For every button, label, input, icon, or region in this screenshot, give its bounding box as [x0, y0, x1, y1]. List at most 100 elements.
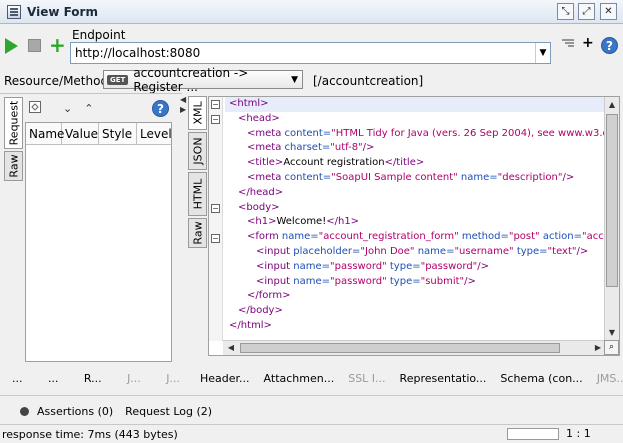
resource-path: [/accountcreation]	[313, 74, 424, 88]
code-token: name=	[293, 275, 331, 287]
cursor-position: 1 : 1	[566, 427, 591, 440]
maximize-icon[interactable]: ⤢	[578, 3, 595, 20]
code-token: <input	[256, 245, 294, 257]
left-bottom-tab-2[interactable]: ...	[48, 372, 59, 385]
code-token: type=	[389, 260, 421, 272]
code-token: </title>	[384, 157, 425, 169]
column-header-level[interactable]: Level	[137, 123, 172, 144]
code-token: <input	[256, 260, 294, 272]
tab-raw[interactable]: Raw	[4, 151, 23, 181]
code-token: placeholder=	[293, 245, 361, 257]
table-settings-icon[interactable]	[29, 100, 41, 116]
stop-icon[interactable]	[28, 39, 41, 52]
resource-method-value: accountcreation -> Register ...	[133, 65, 249, 94]
left-bottom-tab-4[interactable]: J...	[127, 372, 141, 385]
add-icon[interactable]: +	[49, 35, 66, 55]
chevron-down-icon: ▼	[291, 74, 298, 85]
scroll-right-icon[interactable]: ▶	[591, 341, 605, 355]
tab-attachments[interactable]: Attachmen...	[264, 372, 335, 385]
code-token: "accountcreation"	[582, 231, 605, 243]
code-token: Account registration	[283, 157, 385, 169]
endpoint-dropdown-icon[interactable]: ▼	[535, 43, 550, 63]
tab-json[interactable]: JSON	[188, 132, 207, 170]
endpoint-label: Endpoint	[72, 28, 126, 42]
help-icon[interactable]: ?	[601, 37, 618, 54]
horizontal-scroll-thumb[interactable]	[240, 343, 560, 353]
code-token: charset=	[284, 142, 331, 154]
tab-xml[interactable]: XML	[188, 96, 207, 130]
code-token: </head>	[238, 186, 284, 198]
form-view-icon	[7, 4, 21, 19]
code-token: "post"	[508, 231, 543, 243]
scroll-up-icon[interactable]: ▲	[605, 98, 619, 112]
zoom-icon[interactable]: ⌕	[604, 340, 619, 355]
code-token: "text"	[547, 245, 577, 257]
tab-ssl-info[interactable]: SSL I...	[348, 372, 385, 385]
left-bottom-tab-1[interactable]: ...	[12, 372, 23, 385]
code-line: <input name="password" type="password"/>	[225, 260, 605, 275]
column-header-name[interactable]: Name	[26, 123, 64, 144]
tab-raw-response[interactable]: Raw	[188, 218, 207, 248]
play-icon[interactable]	[5, 38, 18, 54]
code-token: <meta	[247, 127, 285, 139]
vertical-scrollbar[interactable]: ▲ ▼	[604, 97, 619, 341]
request-log-tab[interactable]: Request Log (2)	[125, 405, 212, 418]
response-xml-editor[interactable]: − − − − <html> <head> <meta content="HTML …	[208, 96, 620, 356]
code-line: <meta charset="utf-8"/>	[225, 141, 605, 156]
move-up-icon[interactable]: ⌃	[84, 102, 93, 115]
assertions-tab[interactable]: Assertions (0)	[37, 405, 113, 418]
code-token: name=	[460, 171, 498, 183]
status-bar: response time: 7ms (443 bytes) 1 : 1	[0, 425, 623, 443]
column-header-value[interactable]: Value	[62, 123, 99, 144]
restore-icon[interactable]: ⤡	[557, 3, 574, 20]
tab-html[interactable]: HTML	[188, 172, 207, 216]
scroll-down-icon[interactable]: ▼	[605, 326, 619, 340]
code-line: <h1>Welcome!</h1>	[225, 215, 605, 230]
code-line: </head>	[225, 186, 605, 201]
move-down-icon[interactable]: ⌄	[63, 102, 72, 115]
window-title: View Form	[27, 4, 98, 19]
code-token: />	[362, 142, 375, 154]
collapse-right-icon[interactable]: ▶	[180, 105, 186, 115]
code-token: </form>	[247, 290, 291, 302]
panel-splitter[interactable]: ◀ ▶	[180, 95, 186, 360]
tab-jms[interactable]: JMS...	[597, 372, 623, 385]
tab-representations[interactable]: Representatio...	[400, 372, 487, 385]
endpoint-input[interactable]	[70, 42, 551, 64]
code-token: content=	[284, 171, 332, 183]
column-header-style[interactable]: Style	[99, 123, 137, 144]
code-token: <meta	[247, 171, 285, 183]
fold-toggle-icon[interactable]: −	[211, 234, 220, 243]
tab-schema[interactable]: Schema (con...	[500, 372, 582, 385]
code-token: "John Doe"	[360, 245, 418, 257]
code-token: <title>	[247, 157, 284, 169]
code-token: "utf-8"	[330, 142, 363, 154]
code-line: <meta content="SoapUI Sample content" na…	[225, 171, 605, 186]
horizontal-scrollbar[interactable]: ◀ ▶	[223, 340, 606, 355]
tab-headers[interactable]: Header...	[200, 372, 250, 385]
collapse-left-icon[interactable]: ◀	[180, 95, 186, 105]
code-token: type=	[516, 245, 548, 257]
code-token: "description"	[497, 171, 563, 183]
edit-endpoint-icon[interactable]	[561, 38, 575, 54]
code-line: <head>	[225, 112, 605, 127]
progress-bar	[507, 428, 559, 440]
code-token: <form	[247, 231, 282, 243]
assertions-bar: Assertions (0) Request Log (2)	[0, 398, 623, 424]
code-token: "username"	[454, 245, 517, 257]
code-line: </html>	[225, 319, 605, 334]
get-badge: GET	[107, 74, 129, 85]
add-endpoint-icon[interactable]: +	[582, 35, 594, 51]
resource-method-select[interactable]: GET accountcreation -> Register ... ▼	[103, 66, 303, 94]
fold-toggle-icon[interactable]: −	[211, 204, 220, 213]
scroll-left-icon[interactable]: ◀	[224, 341, 238, 355]
left-bottom-tab-5[interactable]: J...	[166, 372, 180, 385]
fold-toggle-icon[interactable]: −	[211, 100, 220, 109]
window-titlebar: View Form ⤡ ⤢ ✕	[0, 0, 623, 24]
fold-toggle-icon[interactable]: −	[211, 115, 220, 124]
close-icon[interactable]: ✕	[600, 3, 617, 20]
params-help-icon[interactable]: ?	[152, 99, 169, 117]
tab-request[interactable]: Request	[4, 97, 23, 149]
vertical-scroll-thumb[interactable]	[606, 114, 618, 287]
left-bottom-tab-3[interactable]: R...	[84, 372, 102, 385]
